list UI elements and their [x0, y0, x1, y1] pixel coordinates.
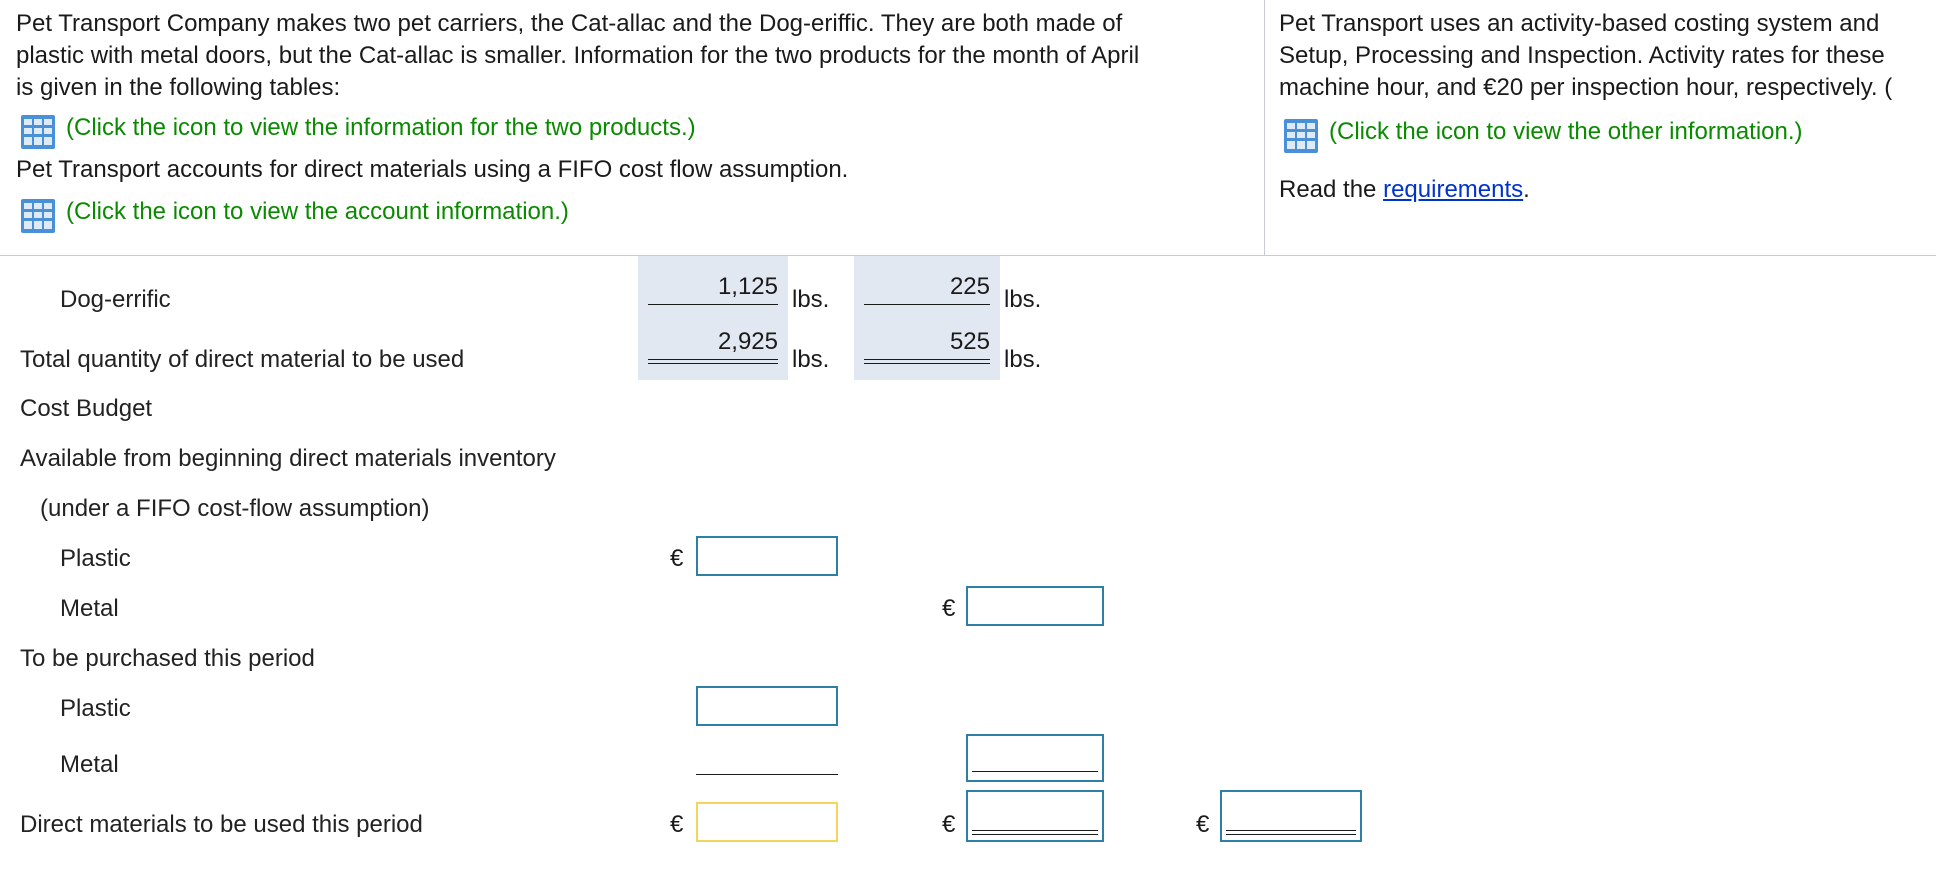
account-info-link-text[interactable]: (Click the icon to view the account info… — [66, 196, 569, 228]
products-info-link-text[interactable]: (Click the icon to view the information … — [66, 112, 696, 144]
metal-beginning-euro: € — [942, 595, 956, 622]
total-plastic-unit: lbs. — [792, 346, 830, 373]
dm-plastic-euro: € — [670, 811, 684, 838]
read-prefix: Read the — [1279, 176, 1384, 203]
right-line-1: Pet Transport uses an activity-based cos… — [1279, 10, 1880, 37]
dm-metal-input[interactable] — [966, 790, 1104, 842]
fifo-statement: Pet Transport accounts for direct materi… — [16, 156, 849, 183]
total-metal-qty: 525 — [949, 328, 990, 355]
dm-total-double-underline — [1226, 830, 1356, 835]
row-label-plastic-purchased: Plastic — [60, 695, 131, 722]
dog-metal-qty: 225 — [949, 273, 990, 300]
metal-beginning-input[interactable] — [966, 586, 1104, 626]
row-label-cost-budget: Cost Budget — [20, 395, 153, 422]
intro-line-3: is given in the following tables: — [16, 74, 341, 101]
right-line-2: Setup, Processing and Inspection. Activi… — [1279, 42, 1885, 69]
requirements-link[interactable]: requirements — [1383, 176, 1523, 203]
right-panel: Pet Transport uses an activity-based cos… — [1265, 0, 1936, 255]
table-grid-icon[interactable] — [20, 114, 56, 155]
table-grid-icon[interactable] — [1283, 118, 1319, 159]
plastic-beginning-euro: € — [670, 545, 684, 572]
dm-metal-euro: € — [942, 811, 956, 838]
intro-line-2: plastic with metal doors, but the Cat-al… — [16, 42, 1140, 69]
dog-metal-unit: lbs. — [1004, 286, 1042, 313]
plastic-purchased-spacer-rule — [696, 774, 838, 775]
total-plastic-qty: 2,925 — [717, 328, 778, 355]
dog-plastic-unit: lbs. — [792, 286, 830, 313]
intro-line-1: Pet Transport Company makes two pet carr… — [16, 10, 1123, 37]
total-metal-double-rule — [864, 359, 990, 364]
total-metal-unit: lbs. — [1004, 346, 1042, 373]
dm-total-input[interactable] — [1220, 790, 1362, 842]
dog-plastic-rule — [648, 304, 778, 305]
read-suffix: . — [1523, 176, 1530, 203]
dm-plastic-input[interactable] — [696, 802, 838, 842]
row-label-metal-beginning: Metal — [60, 595, 119, 622]
row-label-dog-errific: Dog-errific — [60, 286, 171, 313]
dm-metal-double-underline — [972, 830, 1098, 835]
total-plastic-double-rule — [648, 359, 778, 364]
row-label-available-beginning: Available from beginning direct material… — [20, 445, 556, 472]
dog-plastic-qty: 1,125 — [717, 273, 778, 300]
row-label-fifo-note: (under a FIFO cost-flow assumption) — [40, 495, 430, 522]
row-label-to-be-purchased: To be purchased this period — [20, 645, 315, 672]
plastic-purchased-input[interactable] — [696, 686, 838, 726]
row-label-plastic-beginning: Plastic — [60, 545, 131, 572]
other-info-link-text[interactable]: (Click the icon to view the other inform… — [1329, 116, 1803, 148]
metal-purchased-underline — [972, 771, 1098, 772]
dog-metal-rule — [864, 304, 990, 305]
metal-purchased-input[interactable] — [966, 734, 1104, 782]
plastic-beginning-input[interactable] — [696, 536, 838, 576]
row-label-dm-used: Direct materials to be used this period — [20, 811, 423, 838]
table-grid-icon[interactable] — [20, 198, 56, 239]
row-label-total-quantity: Total quantity of direct material to be … — [20, 346, 465, 373]
row-label-metal-purchased: Metal — [60, 751, 119, 778]
read-requirements: Read the requirements. — [1279, 174, 1530, 206]
dm-total-euro: € — [1196, 811, 1210, 838]
right-line-3: machine hour, and €20 per inspection hou… — [1279, 74, 1893, 101]
